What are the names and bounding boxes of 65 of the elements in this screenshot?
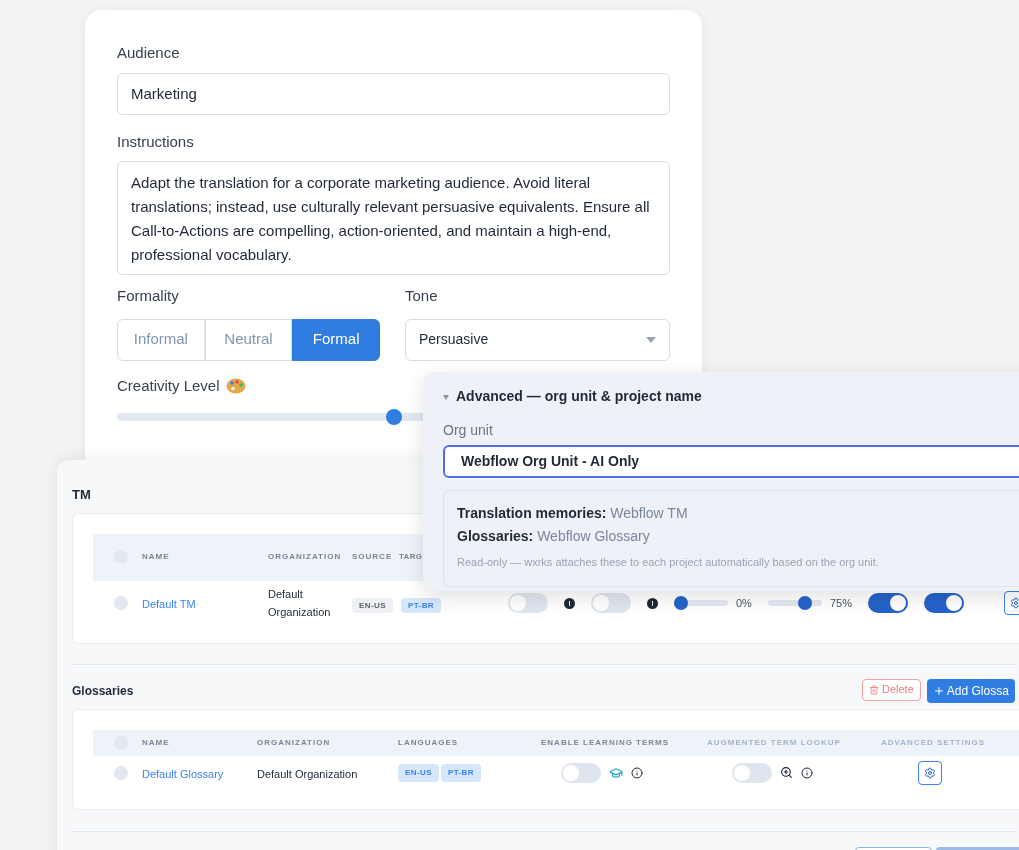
dropdown-triangle-icon bbox=[646, 336, 656, 343]
column-header: SOURCE bbox=[352, 551, 393, 561]
advanced-toggle[interactable]: Advanced — org unit & project name bbox=[443, 386, 1019, 407]
row-checkbox[interactable] bbox=[113, 765, 128, 780]
column-header: ENABLE LEARNING TERMS bbox=[541, 737, 670, 747]
section-title: Glossaries bbox=[72, 682, 135, 700]
table-cell-text: Default Organization bbox=[268, 587, 332, 620]
toggle-switch[interactable] bbox=[923, 593, 964, 613]
settings-icon bbox=[1009, 597, 1019, 609]
slider-thumb[interactable] bbox=[797, 596, 812, 610]
toggle-switch[interactable] bbox=[732, 762, 772, 783]
info-icon[interactable] bbox=[647, 597, 658, 609]
column-header: TARG bbox=[399, 551, 423, 561]
info-icon bbox=[801, 766, 813, 779]
slider-thumb[interactable] bbox=[674, 596, 688, 610]
field-label: Audience bbox=[117, 43, 181, 63]
column-header: AUGMENTED TERM LOOKUP bbox=[707, 737, 841, 747]
plus-icon bbox=[932, 684, 945, 697]
trash-icon bbox=[869, 684, 879, 695]
settings-icon bbox=[924, 766, 936, 779]
toggle-switch[interactable] bbox=[867, 593, 908, 613]
magnifier-icon bbox=[780, 766, 793, 779]
instructions-field[interactable]: Adapt the translation for a corporate marketing audience. Avoid literal translations; instead, use culturally relevant persuasive equivalents. Ensure all Call-to-Actions are compelling, action-oriented, and maintain a high-end, professional vocabulary. bbox=[117, 161, 670, 275]
audience-field[interactable]: Marketing bbox=[117, 72, 670, 115]
toggle-switch[interactable] bbox=[591, 593, 631, 613]
slider-value: 75% bbox=[829, 595, 852, 611]
add-glossary-button[interactable]: Add Glossa bbox=[926, 678, 1015, 703]
row-checkbox[interactable] bbox=[113, 596, 128, 610]
language-tag: PT-BR bbox=[401, 598, 441, 613]
formality-option[interactable]: Formal bbox=[292, 318, 380, 361]
graduation-cap-icon bbox=[609, 765, 623, 780]
toggle-switch[interactable] bbox=[561, 762, 601, 783]
field-label: Formality bbox=[117, 286, 180, 306]
palette-icon bbox=[225, 377, 246, 394]
slider-thumb[interactable] bbox=[385, 409, 402, 425]
formality-option[interactable]: Informal bbox=[117, 318, 205, 361]
language-tag: EN-US bbox=[398, 763, 439, 782]
column-header: ORGANIZATION bbox=[268, 551, 342, 561]
column-header: ADVANCED SETTINGS bbox=[881, 737, 985, 747]
info-icon[interactable] bbox=[564, 597, 575, 609]
column-header: ORGANIZATION bbox=[257, 737, 331, 747]
glossary-name-link[interactable]: Default Glossary bbox=[142, 767, 224, 780]
toggle-switch[interactable] bbox=[508, 593, 548, 613]
formality-option[interactable]: Neutral bbox=[204, 318, 293, 361]
language-tag: PT-BR bbox=[440, 763, 481, 782]
table-cell: Default Organization bbox=[257, 767, 358, 780]
info-text: Translation memories: Webflow TM bbox=[457, 504, 689, 522]
field-label: Tone bbox=[405, 286, 439, 306]
section-title: TM bbox=[72, 486, 92, 504]
delete-button[interactable]: Delete bbox=[862, 678, 921, 701]
tm-name-link[interactable]: Default TM bbox=[142, 598, 196, 610]
info-icon bbox=[631, 766, 643, 779]
field-label: Instructions bbox=[117, 131, 195, 152]
note-text: Read-only — wxrks attaches these to each project automatically based on the org unit. bbox=[457, 555, 880, 570]
column-header: NAME bbox=[142, 737, 170, 747]
settings-button[interactable] bbox=[918, 760, 942, 785]
column-header: NAME bbox=[142, 551, 170, 561]
field-label: Creativity Level bbox=[117, 375, 220, 396]
field-label: Org unit bbox=[443, 421, 494, 440]
org-unit-select[interactable]: Webflow Org Unit - AI Only bbox=[443, 445, 1019, 478]
language-tag: EN-US bbox=[352, 598, 393, 613]
info-text: Glossaries: Webflow Glossary bbox=[457, 527, 651, 545]
tone-select[interactable]: Persuasive bbox=[405, 318, 670, 361]
column-header: LANGUAGES bbox=[398, 737, 459, 747]
slider-value: 0% bbox=[736, 595, 752, 611]
